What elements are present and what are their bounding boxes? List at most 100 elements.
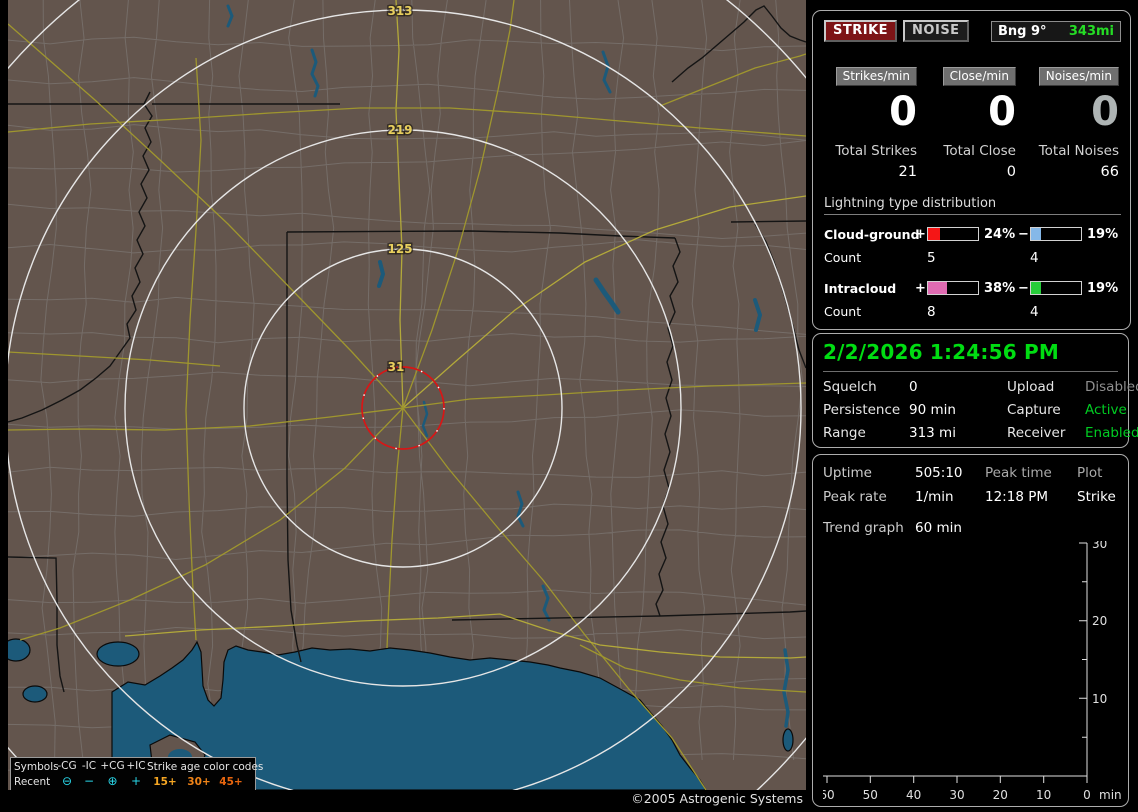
intracloud-label: Intracloud (824, 280, 897, 296)
age-30: 30+ (187, 775, 211, 788)
status-row-persistence: Persistence 90 min Capture Active (823, 402, 1127, 418)
plot-value: Strike (1077, 489, 1116, 505)
y-major-ticks (1079, 542, 1087, 699)
squelch-value: 0 (909, 379, 918, 395)
legend-col-neg-ic: -IC (81, 760, 97, 772)
y-tick-10: 10 (1092, 692, 1107, 706)
noises-counter: Noises/min 0 Total Noises 66 (1022, 67, 1121, 180)
total-close-label: Total Close (943, 143, 1016, 159)
copyright-bar: ©2005 Astrogenic Systems (8, 790, 806, 812)
peak-rate-row: Peak rate 1/min 12:18 PM Strike (823, 489, 1118, 505)
capture-status: Active (1085, 402, 1127, 418)
pos-ic-recent-icon: + (130, 774, 142, 788)
mode-toolbar: STRIKE NOISE Bng 9° 343mi (824, 20, 1121, 42)
trend-axes (823, 543, 1088, 777)
ic-positive-count: 8 (927, 304, 936, 320)
range-value: 313 mi (909, 425, 956, 441)
trend-graph-window: 60 min (915, 520, 962, 536)
persistence-value: 90 min (909, 402, 956, 418)
capture-label: Capture (1007, 402, 1061, 418)
pos-cg-recent-icon: ⊕ (107, 774, 118, 788)
noises-per-min-value: 0 (1091, 89, 1119, 135)
x-tick-50: 50 (863, 788, 878, 802)
peak-time-value: 12:18 PM (985, 489, 1048, 505)
trend-chart: 30 20 10 60 50 40 30 20 10 0 min (823, 541, 1122, 802)
uptime-label: Uptime (823, 465, 872, 481)
x-tick-30: 30 (949, 788, 964, 802)
persistence-label: Persistence (823, 402, 901, 418)
stats-trend-box: Uptime 505:10 Peak time Plot Peak rate 1… (812, 454, 1129, 807)
cloud-ground-count-row: Count 5 4 (824, 250, 1121, 266)
cg-negative-bar (1030, 227, 1082, 241)
x-tick-40: 40 (906, 788, 921, 802)
total-noises-value: 66 (1100, 164, 1119, 180)
close-per-min-value: 0 (988, 89, 1016, 135)
uptime-row: Uptime 505:10 Peak time Plot (823, 465, 1118, 481)
rate-counters: Strikes/min 0 Total Strikes 21 Close/min… (824, 67, 1121, 180)
legend-col-neg-cg: -CG (57, 760, 77, 772)
receiver-label: Receiver (1007, 425, 1066, 441)
legend-symbols-header: Symbols (14, 760, 59, 773)
bearing-range: 343mi (1068, 23, 1114, 39)
intracloud-row: Intracloud + 38% − 19% (824, 278, 1121, 298)
total-close-value: 0 (1006, 164, 1016, 180)
ic-positive-bar (927, 281, 979, 295)
ic-negative-bar (1030, 281, 1082, 295)
x-tick-10: 10 (1036, 788, 1051, 802)
ring-label-313: 313 (387, 4, 412, 18)
app-window: { "map": { "ring_labels": ["313", "219",… (0, 0, 1138, 812)
cloud-ground-row: Cloud-ground + 24% − 19% (824, 224, 1121, 244)
strike-mode-button[interactable]: STRIKE (824, 20, 898, 42)
ic-negative-pct: 19% (1087, 280, 1119, 296)
x-axis-unit: min (1099, 788, 1122, 802)
plus-sign: + (915, 280, 926, 296)
status-row-squelch: Squelch 0 Upload Disabled (823, 379, 1138, 395)
upload-status: Disabled (1085, 379, 1138, 395)
lightning-map[interactable]: 313 219 125 31 (8, 0, 806, 790)
lake-west (8, 638, 31, 662)
lightning-type-distribution: Lightning type distribution Cloud-ground… (824, 196, 1121, 320)
x-tick-0: 0 (1083, 788, 1091, 802)
neg-ic-recent-icon: − (83, 774, 95, 788)
total-strikes-label: Total Strikes (835, 143, 917, 159)
cg-negative-pct: 19% (1087, 226, 1119, 242)
close-per-min-label: Close/min (942, 67, 1016, 86)
status-box: 2/2/2026 1:24:56 PM Squelch 0 Upload Dis… (812, 333, 1138, 448)
intracloud-count-row: Count 8 4 (824, 304, 1121, 320)
x-tick-60: 60 (823, 788, 835, 802)
minus-sign: − (1018, 226, 1029, 242)
cloud-ground-label: Cloud-ground (824, 226, 920, 242)
uptime-value: 505:10 (915, 465, 963, 481)
cg-negative-count: 4 (1030, 250, 1039, 266)
copyright-text: ©2005 Astrogenic Systems (631, 791, 803, 806)
x-tick-20: 20 (993, 788, 1008, 802)
bearing-value: Bng 9° (998, 23, 1047, 39)
count-label: Count (824, 250, 862, 265)
strikes-per-min-value: 0 (889, 89, 917, 135)
bearing-indicator: Bng 9° 343mi (991, 20, 1121, 42)
distribution-title: Lightning type distribution (824, 196, 1121, 215)
y-tick-30: 30 (1092, 541, 1107, 551)
plus-sign: + (915, 226, 926, 242)
legend-col-pos-cg: +CG (100, 760, 125, 772)
total-noises-label: Total Noises (1038, 143, 1119, 159)
cg-positive-pct: 24% (984, 226, 1016, 242)
map-canvas: 313 219 125 31 (8, 0, 806, 790)
peak-time-label: Peak time (985, 465, 1052, 481)
ring-label-31: 31 (388, 360, 405, 374)
strike-counters-box: STRIKE NOISE Bng 9° 343mi Strikes/min 0 … (812, 10, 1131, 330)
lake-small (22, 685, 48, 703)
noise-mode-button[interactable]: NOISE (903, 20, 969, 42)
range-label: Range (823, 425, 866, 441)
x-ticks (826, 776, 1088, 783)
peak-rate-label: Peak rate (823, 489, 887, 505)
trend-graph-row: Trend graph 60 min (823, 520, 1118, 536)
peak-rate-value: 1/min (915, 489, 954, 505)
lake-east (782, 728, 794, 752)
age-15: 15+ (153, 775, 177, 788)
y-tick-20: 20 (1092, 614, 1107, 628)
strikes-per-min-label: Strikes/min (835, 67, 917, 86)
count-label: Count (824, 304, 862, 319)
lake-pontchartrain (96, 641, 140, 667)
receiver-status: Enabled (1085, 425, 1138, 441)
